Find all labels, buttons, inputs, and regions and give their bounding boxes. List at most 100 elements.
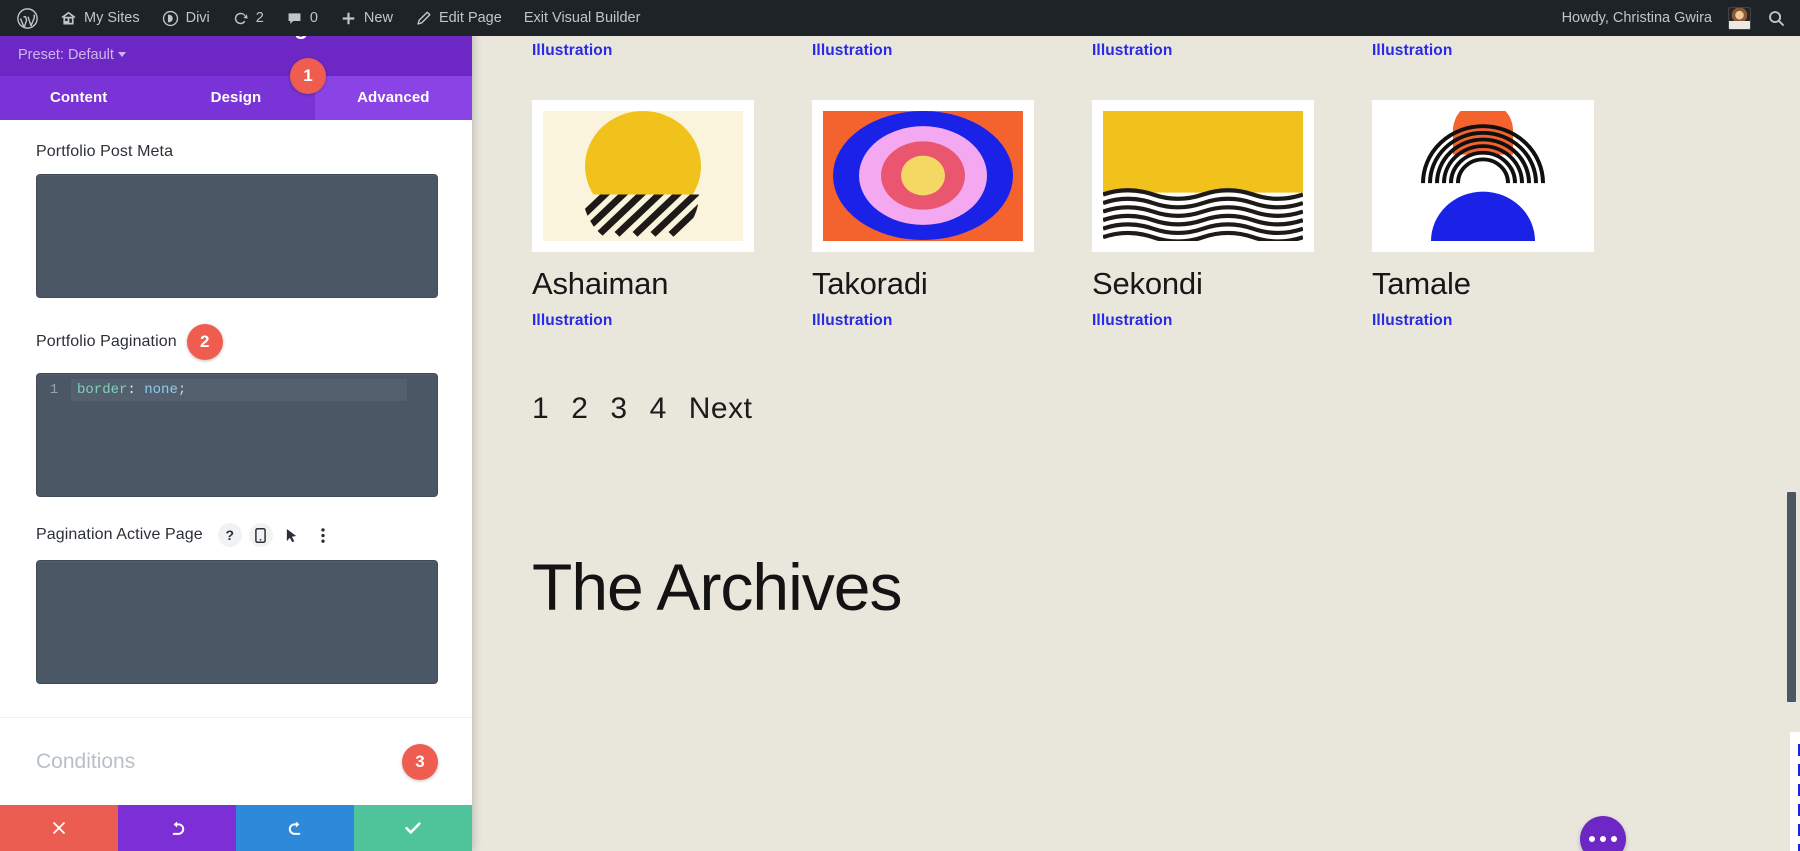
category-link[interactable]: Illustration [1372,42,1452,59]
panel-scrollbar[interactable] [1787,0,1796,851]
portfolio-item: Takoradi Illustration [812,100,1091,330]
field-action-icons: ? [218,523,335,547]
chevron-down-icon [118,52,126,57]
portfolio-item-category: Illustration [812,312,1091,330]
undo-arrow-icon [168,819,187,838]
portfolio-item-category: Illustration [532,312,811,330]
search-icon[interactable] [1767,9,1786,28]
code-line-number: 1 [37,379,71,401]
portfolio-post-meta-label: Portfolio Post Meta [36,143,173,161]
category-link[interactable]: Illustration [1092,42,1172,59]
panel-body: Portfolio Post Meta Portfolio Pagination… [0,120,472,805]
undo-button[interactable] [118,805,236,851]
cursor-icon[interactable] [280,523,304,547]
visual-builder-canvas: Illustration Illustration Illustration I… [472,36,1800,851]
my-sites-icon [60,10,77,27]
close-x-icon [50,819,68,837]
tab-content[interactable]: Content [0,76,157,120]
redo-arrow-icon [286,819,305,838]
portfolio-item-title[interactable]: Takoradi [812,266,1091,302]
portfolio-thumbnail[interactable] [1372,100,1594,252]
pagination-page-4[interactable]: 4 [650,392,667,426]
pagination-active-page-field: Pagination Active Page ? [0,497,472,684]
admin-bar-new[interactable]: New [329,0,404,36]
category-link[interactable]: Illustration [1092,312,1172,329]
preset-selector[interactable]: Preset: Default [18,47,126,76]
admin-bar-account[interactable]: Howdy, Christina Gwira [1551,0,1751,36]
portfolio-item-title[interactable]: Ashaiman [532,266,811,302]
pencil-icon [415,10,432,27]
portfolio-pagination-code-editor[interactable]: 1 border: none; [36,373,438,497]
panel-tabs: Content Design Advanced [0,76,472,120]
panel-scrollbar-thumb[interactable] [1787,492,1796,702]
builder-screen: My Sites Divi 2 0 [0,0,1800,851]
portfolio-item-title[interactable]: Sekondi [1092,266,1371,302]
step-badge-3: 3 [402,744,438,780]
wp-logo-menu-item[interactable] [6,0,49,36]
redo-button[interactable] [236,805,354,851]
pagination-active-page-label: Pagination Active Page [36,526,203,544]
code-line-content[interactable]: border: none; [71,379,407,401]
tab-advanced[interactable]: Advanced [315,76,472,120]
admin-bar-my-sites-label: My Sites [84,11,140,26]
css-semicolon: ; [178,382,186,398]
top-category-row: Illustration Illustration Illustration I… [472,42,1800,60]
category-link[interactable]: Illustration [1372,312,1452,329]
plus-icon [340,10,357,27]
mobile-icon[interactable] [249,523,273,547]
pagination-page-1[interactable]: 1 [532,392,549,426]
ellipsis-icon [1589,836,1617,842]
admin-bar-right-group: Howdy, Christina Gwira [1551,0,1800,36]
step-badge-1: 1 [290,58,326,94]
artwork-yellow-field-waves [1103,111,1303,241]
category-link[interactable]: Illustration [812,312,892,329]
conditions-row[interactable]: Conditions 3 [0,718,472,805]
portfolio-thumbnail[interactable] [1092,100,1314,252]
portfolio-post-meta-code-editor[interactable] [36,174,438,298]
builder-settings-button[interactable] [1580,816,1626,851]
admin-bar-divi[interactable]: Divi [151,0,221,36]
category-link[interactable]: Illustration [532,42,612,59]
wordpress-admin-bar: My Sites Divi 2 0 [0,0,1800,36]
step-badge-2: 2 [187,324,223,360]
portfolio-post-meta-field: Portfolio Post Meta [0,120,472,298]
portfolio-thumbnail[interactable] [532,100,754,252]
comments-icon [286,10,303,27]
admin-bar-updates[interactable]: 2 [221,0,275,36]
css-property: border [77,382,127,398]
admin-bar-my-sites[interactable]: My Sites [49,0,151,36]
pagination-page-3[interactable]: 3 [610,392,627,426]
category-link[interactable]: Illustration [812,42,892,59]
pagination-page-2[interactable]: 2 [571,392,588,426]
top-category-cell: Illustration [1092,42,1371,60]
category-link[interactable]: Illustration [532,312,612,329]
top-category-cell: Illustration [1372,42,1651,60]
portfolio-item: Tamale Illustration [1372,100,1651,330]
pagination-active-page-code-editor[interactable] [36,560,438,684]
divi-icon [162,10,179,27]
wordpress-logo-icon [17,8,38,29]
vertical-dots-icon[interactable] [311,523,335,547]
admin-bar-exit-visual-builder[interactable]: Exit Visual Builder [513,0,652,36]
portfolio-pagination-field: Portfolio Pagination 2 1 border: none; [0,298,472,497]
portfolio-item: Sekondi Illustration [1092,100,1371,330]
pagination-next[interactable]: Next [689,392,753,426]
artwork-yellow-sun-hatched [543,111,743,241]
module-settings-panel: Filterable Portfolio Settings Preset: De… [0,0,472,851]
avatar [1728,7,1751,30]
cancel-button[interactable] [0,805,118,851]
portfolio-item-title[interactable]: Tamale [1372,266,1651,302]
help-icon[interactable]: ? [218,523,242,547]
portfolio-thumbnail[interactable] [812,100,1034,252]
save-button[interactable] [354,805,472,851]
admin-bar-comments-count: 0 [310,11,318,26]
admin-bar-new-label: New [364,11,393,26]
field-label-row: Portfolio Pagination 2 [36,324,438,360]
css-value: none [144,382,178,398]
admin-bar-comments[interactable]: 0 [275,0,329,36]
admin-bar-edit-page[interactable]: Edit Page [404,0,513,36]
top-category-cell: Illustration [532,42,811,60]
panel-footer [0,805,472,851]
conditions-label: Conditions [36,750,135,774]
admin-bar-exit-vb-label: Exit Visual Builder [524,11,641,26]
